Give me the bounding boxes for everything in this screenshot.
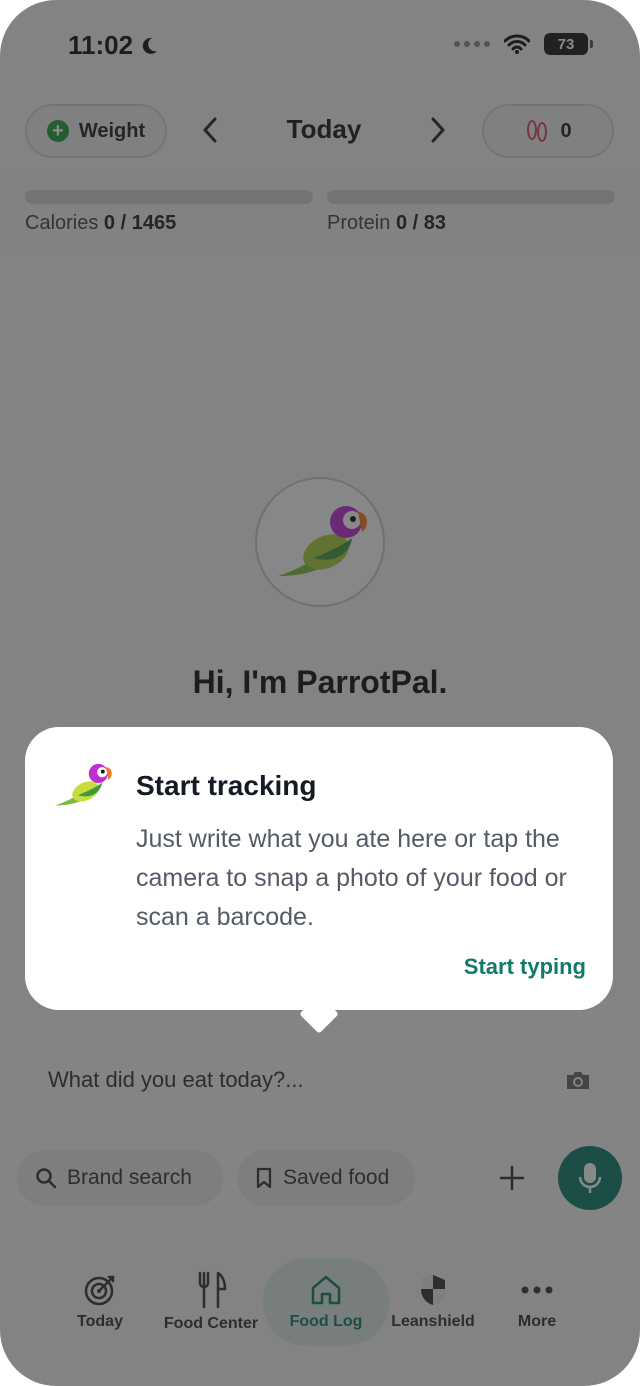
parrot-logo-icon [54, 763, 112, 806]
wifi-icon [504, 34, 530, 54]
calories-label: Calories [25, 212, 99, 234]
steps-value: 0 [560, 119, 572, 142]
next-day-button[interactable] [418, 108, 458, 152]
tab-food-log[interactable]: Food Log [276, 1262, 376, 1342]
search-icon [36, 1168, 57, 1189]
brand-search-label: Brand search [67, 1166, 192, 1189]
parrotpal-avatar [255, 477, 385, 607]
food-entry-placeholder: What did you eat today?... [48, 1067, 304, 1092]
plus-icon [499, 1165, 525, 1191]
tab-food-center-label: Food Center [163, 1315, 259, 1332]
date-title[interactable]: Today [250, 114, 398, 145]
more-dots-icon [521, 1286, 553, 1294]
plus-circle-icon: + [46, 120, 69, 142]
weight-label: Weight [78, 119, 146, 142]
start-typing-button[interactable]: Start typing [464, 954, 586, 980]
phone-screen: 11:02 73 + Weight Today 0 Calories 0 / 1… [0, 0, 640, 1386]
food-entry-input[interactable]: What did you eat today?... [20, 1040, 620, 1120]
house-icon [311, 1275, 341, 1305]
steps-button[interactable]: 0 [482, 104, 614, 158]
add-button[interactable] [490, 1152, 534, 1204]
chevron-left-icon [203, 117, 217, 143]
protein-label: Protein [327, 212, 391, 234]
battery-icon: 73 [544, 33, 593, 55]
protein-progress-bar [327, 190, 615, 204]
chevron-right-icon [431, 117, 445, 143]
previous-day-button[interactable] [190, 108, 230, 152]
status-indicators: 73 [454, 33, 593, 55]
camera-icon[interactable] [564, 1068, 592, 1092]
tab-food-log-label: Food Log [289, 1313, 363, 1330]
calories-progress-bar [25, 190, 313, 204]
greeting-text: Hi, I'm ParrotPal. [192, 664, 448, 700]
target-icon [84, 1275, 115, 1306]
weight-button[interactable]: + Weight [25, 104, 167, 158]
tab-food-center[interactable]: Food Center [156, 1262, 266, 1342]
saved-food-button[interactable]: Saved food [237, 1150, 415, 1206]
battery-level: 73 [557, 35, 575, 53]
tab-today[interactable]: Today [62, 1262, 138, 1342]
signal-icon [454, 41, 490, 47]
tooltip-title: Start tracking [136, 770, 317, 801]
saved-food-label: Saved food [283, 1166, 390, 1189]
fork-knife-icon [198, 1271, 227, 1309]
tab-more-label: More [517, 1313, 557, 1330]
tooltip-body: Just write what you ate here or tap the … [136, 825, 567, 931]
status-time: 11:02 [68, 30, 159, 61]
calories-value: 0 / 1465 [103, 212, 177, 234]
protein-value: 0 / 83 [395, 212, 446, 234]
shield-icon [421, 1275, 445, 1305]
brand-search-button[interactable]: Brand search [17, 1150, 223, 1206]
calories-summary: Calories 0 / 1465 [25, 212, 176, 235]
parrot-logo-icon [278, 506, 367, 576]
moon-icon [142, 37, 158, 54]
microphone-icon [578, 1163, 602, 1193]
bookmark-icon [256, 1167, 272, 1189]
tab-leanshield[interactable]: Leanshield [386, 1262, 480, 1342]
protein-summary: Protein 0 / 83 [327, 212, 446, 235]
tab-today-label: Today [77, 1313, 123, 1330]
tab-leanshield-label: Leanshield [391, 1313, 475, 1330]
footprints-icon [527, 120, 548, 142]
tooltip-parrot [52, 762, 114, 813]
status-time-text: 11:02 [68, 30, 134, 60]
voice-input-button[interactable] [558, 1146, 622, 1210]
tab-more[interactable]: More [502, 1262, 572, 1342]
